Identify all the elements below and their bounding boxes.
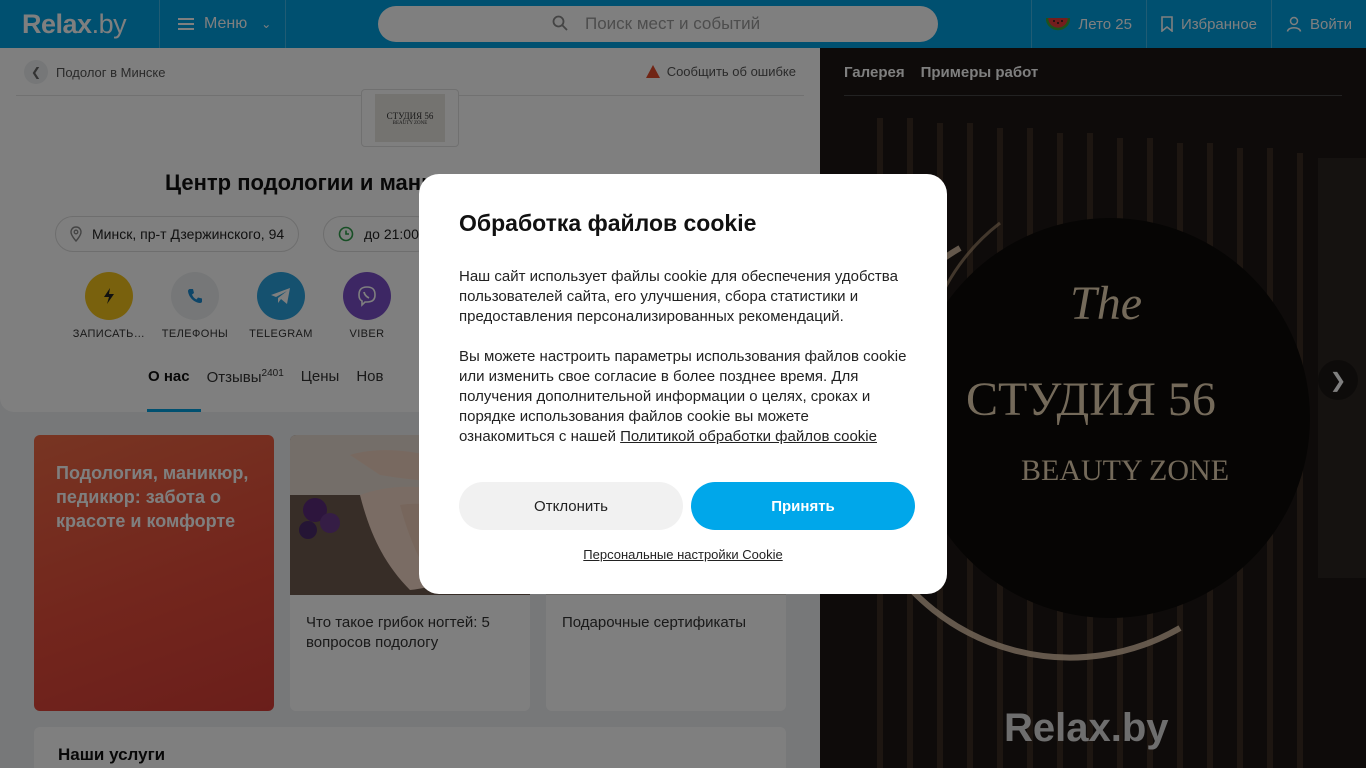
cookie-title: Обработка файлов cookie [459, 210, 757, 236]
cookie-paragraph-1: Наш сайт использует файлы cookie для обе… [459, 268, 898, 325]
cookie-policy-link[interactable]: Политикой обработки файлов cookie [620, 428, 877, 445]
cookie-dialog: Обработка файлов cookie Наш сайт использ… [419, 174, 947, 594]
cookie-paragraph-2: Вы можете настроить параметры использова… [459, 347, 907, 447]
decline-button[interactable]: Отклонить [459, 482, 683, 530]
accept-button[interactable]: Принять [691, 482, 915, 530]
cookie-settings-link[interactable]: Персональные настройки Cookie [419, 547, 947, 562]
